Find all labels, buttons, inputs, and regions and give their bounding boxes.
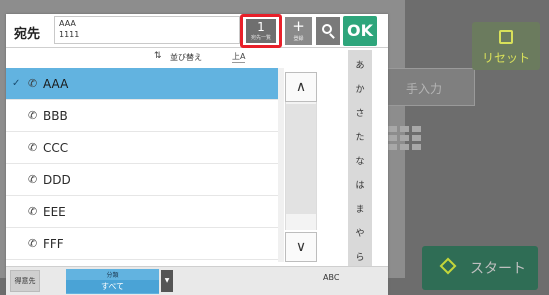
sort-bar: ⇅ 並び替え 上A xyxy=(6,49,286,67)
category-caption: 分類 xyxy=(106,272,119,279)
contact-row[interactable]: ✆ CCC xyxy=(6,132,278,164)
panel-footer: 得意先 分類 すべて ▼ ABC xyxy=(6,266,388,295)
scroll-up-button[interactable]: ∧ xyxy=(285,72,317,102)
contact-name: DDD xyxy=(43,173,71,187)
kana-index-item[interactable]: は xyxy=(348,178,372,191)
abc-index-button[interactable]: ABC xyxy=(323,273,339,282)
destination-count: 1 xyxy=(257,20,265,34)
search-button[interactable] xyxy=(316,17,340,45)
plus-icon: + xyxy=(292,17,305,35)
reset-button[interactable]: リセット xyxy=(472,22,540,70)
kana-index-item[interactable]: か xyxy=(348,82,372,95)
ok-label: OK xyxy=(347,21,373,40)
contact-row[interactable]: ✓ ✆ AAA xyxy=(6,68,278,100)
kana-index-item[interactable]: や xyxy=(348,226,372,239)
check-icon: ✓ xyxy=(12,78,21,89)
destination-label: 宛先 xyxy=(14,27,41,42)
destination-field[interactable]: AAA 1111 xyxy=(54,16,240,44)
phone-icon: ✆ xyxy=(28,109,38,122)
search-icon-handle xyxy=(329,33,335,39)
favorites-button[interactable]: 得意先 xyxy=(10,270,40,292)
phone-icon: ✆ xyxy=(28,141,38,154)
keypad-icon xyxy=(388,126,424,152)
category-dropdown-button[interactable]: ▼ xyxy=(161,270,173,292)
sort-icon[interactable]: ⇅ xyxy=(154,51,162,61)
phone-icon: ✆ xyxy=(28,173,38,186)
reset-icon xyxy=(499,30,513,44)
contact-name: BBB xyxy=(43,109,68,123)
address-book-panel: 宛先 AAA 1111 1 宛先一覧 + 登録 OK ⇅ 並び替え 上A ✓ ✆ A… xyxy=(6,14,388,295)
destination-name: AAA xyxy=(59,19,76,28)
chevron-up-icon: ∧ xyxy=(295,79,307,95)
destination-list-button[interactable]: 1 宛先一覧 xyxy=(240,14,282,48)
contact-row[interactable]: ✆ EEE xyxy=(6,196,278,228)
sort-button-label[interactable]: 並び替え xyxy=(170,52,202,63)
favorites-label: 得意先 xyxy=(14,277,36,285)
start-button[interactable]: スタート xyxy=(422,246,538,290)
destination-number: 1111 xyxy=(59,30,80,39)
contact-name: FFF xyxy=(43,237,64,251)
manual-input-label: 手入力 xyxy=(406,82,443,96)
contact-list: ✓ ✆ AAA ✆ BBB ✆ CCC ✆ DDD ✆ EEE ✆ FFF xyxy=(6,68,278,262)
kana-index-item[interactable]: ら xyxy=(348,250,372,263)
add-contact-caption: 登録 xyxy=(293,36,304,42)
reset-label: リセット xyxy=(481,51,530,65)
contact-name: CCC xyxy=(43,141,69,155)
contact-name: EEE xyxy=(43,205,66,219)
manual-input-button: 手入力 xyxy=(385,68,475,106)
category-value: すべて xyxy=(66,280,159,293)
chevron-down-icon: ▼ xyxy=(164,277,170,284)
contact-row[interactable]: ✆ FFF xyxy=(6,228,278,260)
panel-header: 宛先 AAA 1111 1 宛先一覧 + 登録 OK xyxy=(6,14,388,48)
contact-row[interactable]: ✆ BBB xyxy=(6,100,278,132)
contact-row[interactable]: ✆ DDD xyxy=(6,164,278,196)
scroll-down-button[interactable]: ∨ xyxy=(285,232,317,262)
destination-list-caption: 宛先一覧 xyxy=(250,35,271,41)
start-label: スタート xyxy=(470,261,526,277)
list-edge xyxy=(278,68,284,262)
add-contact-button[interactable]: + 登録 xyxy=(285,17,312,45)
kana-index-item[interactable]: さ xyxy=(348,106,372,119)
ok-button[interactable]: OK xyxy=(343,16,377,46)
start-icon xyxy=(439,257,457,275)
kana-toggle[interactable]: 上A xyxy=(232,51,246,63)
chevron-down-icon: ∨ xyxy=(295,239,307,255)
phone-icon: ✆ xyxy=(28,77,38,90)
kana-index-item[interactable]: ま xyxy=(348,202,372,215)
scrollbar-thumb[interactable] xyxy=(286,104,316,214)
kana-index: あかさたなはまやらわ xyxy=(348,50,372,295)
phone-icon: ✆ xyxy=(28,237,38,250)
kana-index-item[interactable]: な xyxy=(348,154,372,167)
kana-index-item[interactable]: た xyxy=(348,130,372,143)
kana-index-item[interactable]: あ xyxy=(348,58,372,71)
phone-icon: ✆ xyxy=(28,205,38,218)
contact-name: AAA xyxy=(43,77,69,91)
category-selector[interactable]: 分類 すべて xyxy=(66,269,159,294)
destination-count-box: 1 宛先一覧 xyxy=(246,19,276,43)
